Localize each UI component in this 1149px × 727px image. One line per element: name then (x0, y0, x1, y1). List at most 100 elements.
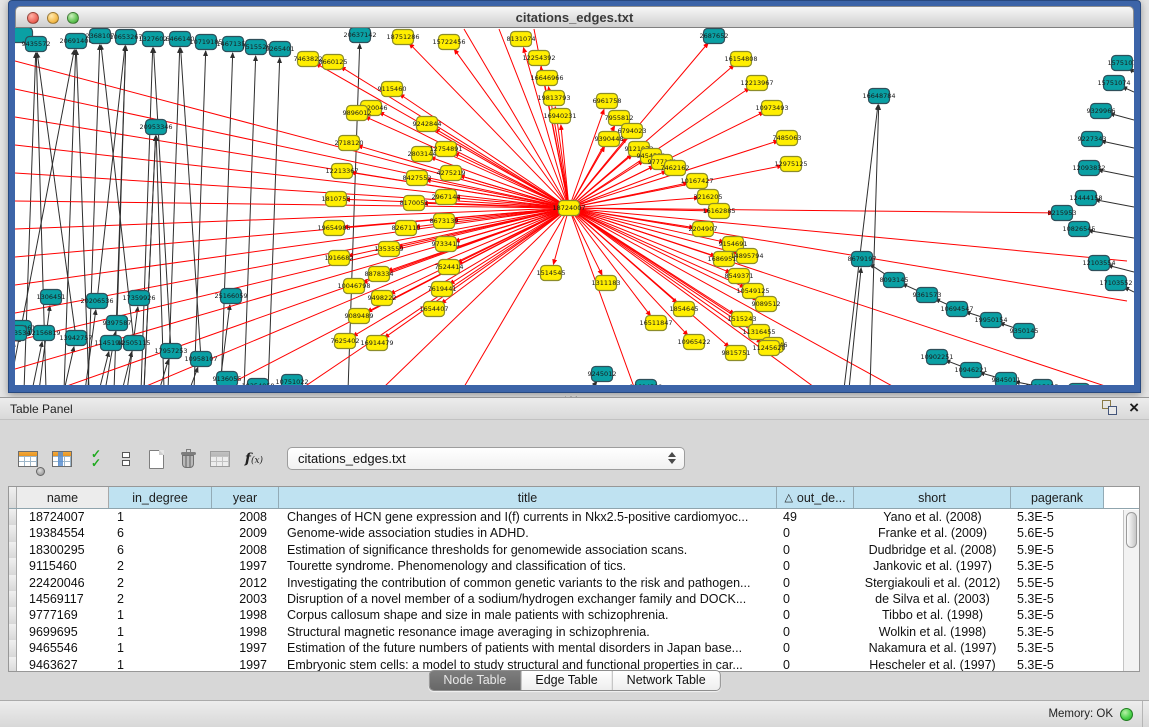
network-canvas[interactable]: 9435572206914062368107106532671327602646… (15, 28, 1134, 385)
cell-in-degree[interactable]: 1 (109, 624, 212, 640)
cell-short[interactable]: Stergiakouli et al. (2012) (854, 575, 1011, 591)
cell-name[interactable]: 9777169 (17, 607, 109, 623)
cell-pagerank[interactable]: 5.6E-5 (1011, 525, 1104, 541)
cell-short[interactable]: Wolkin et al. (1998) (854, 624, 1011, 640)
citation-edge-black[interactable] (268, 58, 280, 385)
column-header-in-degree[interactable]: in_degree (109, 487, 212, 508)
cell-pagerank[interactable]: 5.3E-5 (1011, 657, 1104, 672)
window-titlebar[interactable]: citations_edges.txt (15, 6, 1134, 28)
graph-node-teal[interactable] (1069, 384, 1090, 386)
cell-pagerank[interactable]: 5.9E-5 (1011, 542, 1104, 558)
cell-pagerank[interactable]: 5.3E-5 (1011, 607, 1104, 623)
cell-title[interactable]: Genome-wide association studies in ADHD. (279, 525, 777, 541)
cell-pagerank[interactable]: 5.3E-5 (1011, 591, 1104, 607)
cell-title[interactable]: Estimation of significance thresholds fo… (279, 542, 777, 558)
cell-title[interactable]: Disruption of a novel member of a sodium… (279, 591, 777, 607)
table-row[interactable]: 946554611997Estimation of the future num… (9, 640, 1139, 656)
float-panel-icon[interactable] (1102, 400, 1117, 415)
cell-title[interactable]: Corpus callosum shape and size in male p… (279, 607, 777, 623)
cell-name[interactable]: 9699695 (17, 624, 109, 640)
new-table-icon[interactable] (142, 445, 170, 473)
cell-title[interactable]: Estimation of the future numbers of pati… (279, 640, 777, 656)
cell-short[interactable]: Tibbo et al. (1998) (854, 607, 1011, 623)
cell-pagerank[interactable]: 5.3E-5 (1011, 624, 1104, 640)
cell-year[interactable]: 1998 (212, 607, 279, 623)
cell-out-de-[interactable]: 0 (777, 640, 854, 656)
cell-pagerank[interactable]: 5.3E-5 (1011, 558, 1104, 574)
citation-edge-red[interactable] (569, 208, 1053, 213)
cell-year[interactable]: 1998 (212, 624, 279, 640)
cell-in-degree[interactable]: 2 (109, 558, 212, 574)
table-selector-dropdown[interactable]: citations_edges.txt (287, 447, 685, 470)
cell-out-de-[interactable]: 49 (777, 509, 854, 525)
citation-edge-black[interactable] (15, 337, 19, 385)
cell-title[interactable]: Investigating the contribution of common… (279, 575, 777, 591)
cell-out-de-[interactable]: 0 (777, 542, 854, 558)
citation-edge-red[interactable] (15, 61, 569, 208)
show-columns-icon[interactable] (48, 445, 76, 473)
close-panel-icon[interactable]: × (1129, 400, 1139, 415)
column-header-out-de-[interactable]: △out_de... (777, 487, 854, 508)
cell-title[interactable]: Tourette syndrome. Phenomenology and cla… (279, 558, 777, 574)
table-row[interactable]: 1938455462009Genome-wide association stu… (9, 525, 1139, 541)
cell-short[interactable]: de Silva et al. (2003) (854, 591, 1011, 607)
scrollbar-thumb[interactable] (1126, 512, 1137, 548)
tab-edge-table[interactable]: Edge Table (521, 671, 612, 690)
cell-out-de-[interactable]: 0 (777, 558, 854, 574)
cell-in-degree[interactable]: 6 (109, 525, 212, 541)
cell-title[interactable]: Changes of HCN gene expression and I(f) … (279, 509, 777, 525)
column-header-pagerank[interactable]: pagerank (1011, 487, 1104, 508)
tab-network-table[interactable]: Network Table (613, 671, 720, 690)
table-vertical-scrollbar[interactable] (1123, 510, 1139, 671)
cell-pagerank[interactable]: 5.3E-5 (1011, 640, 1104, 656)
cell-out-de-[interactable]: 0 (777, 607, 854, 623)
cell-short[interactable]: Nakamura et al. (1997) (854, 640, 1011, 656)
unselect-all-columns-icon[interactable] (112, 445, 140, 473)
cell-out-de-[interactable]: 0 (777, 575, 854, 591)
cell-name[interactable]: 9115460 (17, 558, 109, 574)
citation-edge-black[interactable] (844, 105, 878, 385)
cell-year[interactable]: 2012 (212, 575, 279, 591)
cell-in-degree[interactable]: 1 (109, 657, 212, 672)
tab-node-table[interactable]: Node Table (429, 671, 521, 690)
table-row[interactable]: 911546021997Tourette syndrome. Phenomeno… (9, 558, 1139, 574)
cell-out-de-[interactable]: 0 (777, 591, 854, 607)
cell-year[interactable]: 2008 (212, 509, 279, 525)
cell-in-degree[interactable]: 1 (109, 509, 212, 525)
citation-edge-black[interactable] (870, 105, 879, 385)
citation-edge-black[interactable] (117, 46, 126, 323)
cell-name[interactable]: 14569117 (17, 591, 109, 607)
cell-name[interactable]: 19384554 (17, 525, 109, 541)
cell-in-degree[interactable]: 2 (109, 575, 212, 591)
column-settings-icon[interactable] (14, 445, 42, 473)
cell-short[interactable]: Yano et al. (2008) (854, 509, 1011, 525)
cell-short[interactable]: Franke et al. (2009) (854, 525, 1011, 541)
table-row[interactable]: 1830029562008Estimation of significance … (9, 542, 1139, 558)
cell-short[interactable]: Hescheler et al. (1997) (854, 657, 1011, 672)
cell-in-degree[interactable]: 6 (109, 542, 212, 558)
citation-edge-black[interactable] (221, 53, 233, 385)
function-builder-icon[interactable]: f(x) (240, 445, 268, 473)
cell-in-degree[interactable]: 1 (109, 607, 212, 623)
citation-network-graph[interactable]: 9435572206914062368107106532671327602646… (15, 28, 1134, 385)
column-header-title[interactable]: title (279, 487, 777, 508)
cell-year[interactable]: 2003 (212, 591, 279, 607)
column-header-short[interactable]: short (854, 487, 1011, 508)
citation-edge-black[interactable] (189, 367, 198, 385)
cell-year[interactable]: 1997 (212, 657, 279, 672)
cell-name[interactable]: 18300295 (17, 542, 109, 558)
table-row[interactable]: 1872400712008Changes of HCN gene express… (9, 509, 1139, 525)
cell-name[interactable]: 9465546 (17, 640, 109, 656)
table-row[interactable]: 2242004622012Investigating the contribut… (9, 575, 1139, 591)
cell-year[interactable]: 1997 (212, 558, 279, 574)
citation-edge-red[interactable] (569, 208, 1127, 261)
column-header-name[interactable]: name (17, 487, 109, 508)
citation-edge-red[interactable] (569, 198, 699, 208)
citation-edge-red[interactable] (15, 208, 569, 285)
cell-short[interactable]: Jankovic et al. (1997) (854, 558, 1011, 574)
cell-title[interactable]: Structural magnetic resonance image aver… (279, 624, 777, 640)
table-row[interactable]: 1456911722003Disruption of a novel membe… (9, 591, 1139, 607)
table-row[interactable]: 969969511998Structural magnetic resonanc… (9, 624, 1139, 640)
table-row[interactable]: 977716911998Corpus callosum shape and si… (9, 607, 1139, 623)
cell-in-degree[interactable]: 2 (109, 591, 212, 607)
